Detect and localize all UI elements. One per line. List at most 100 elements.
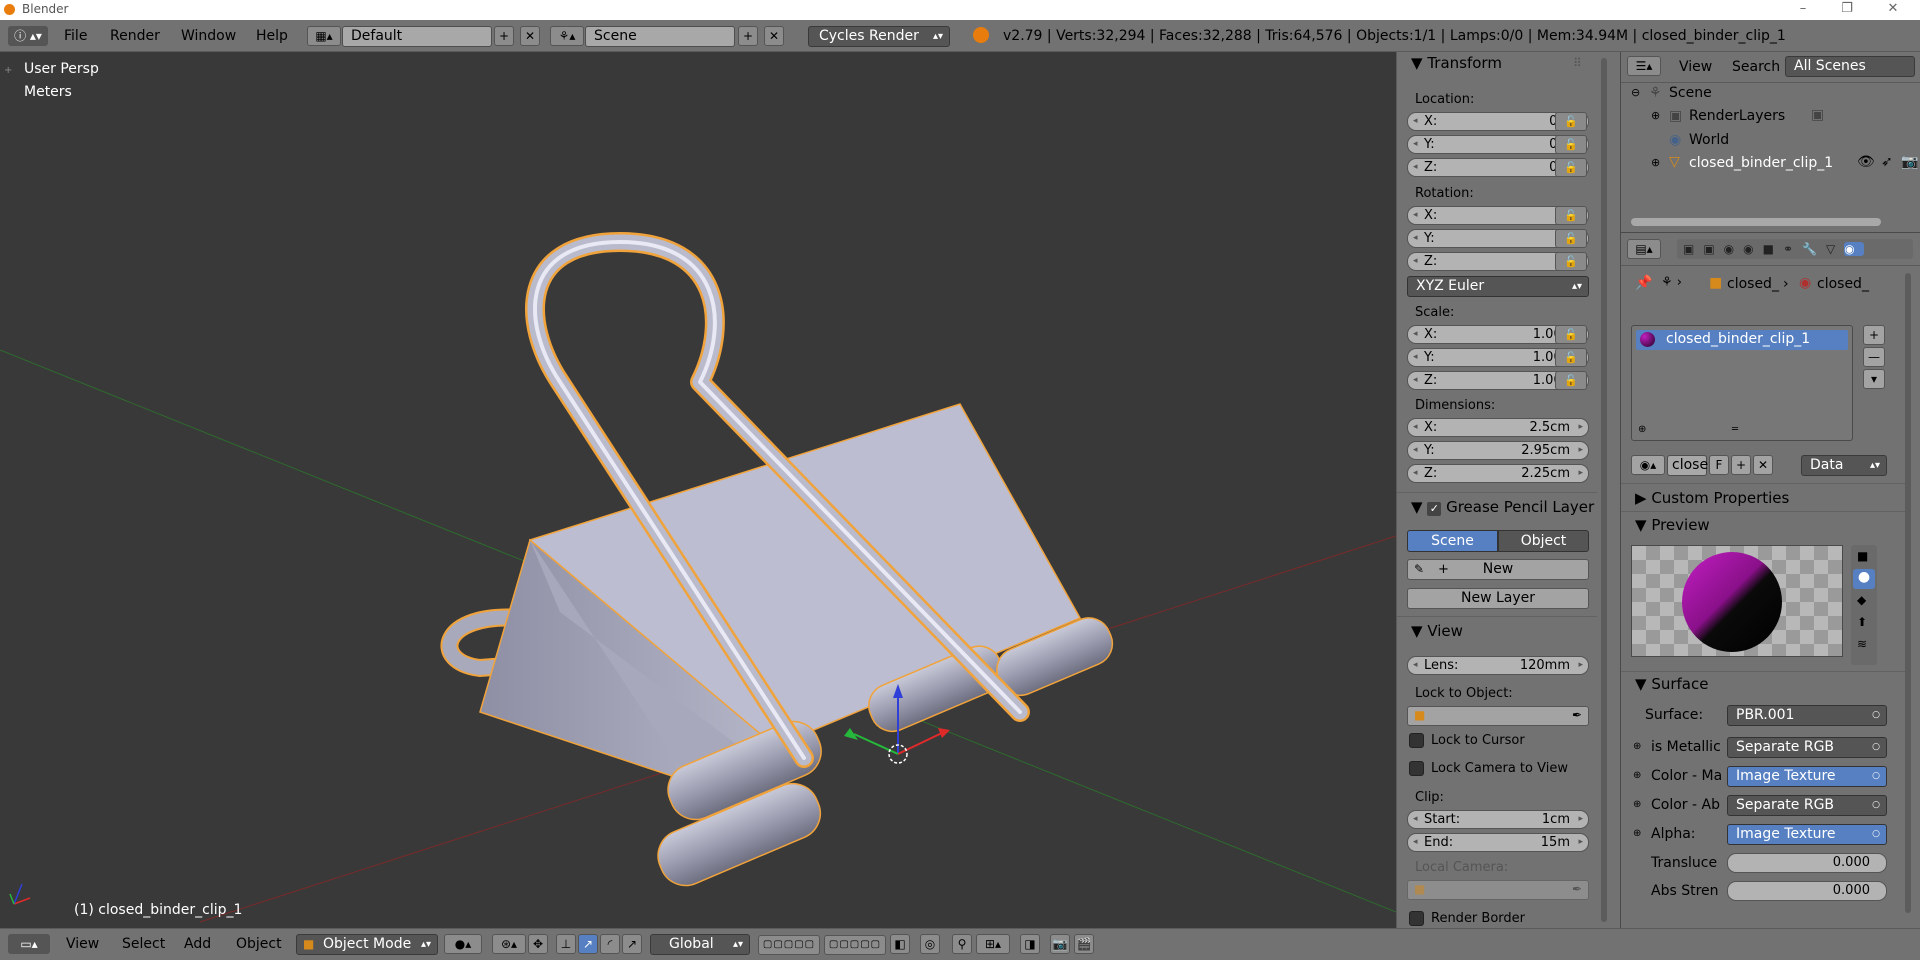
- minimize-button[interactable]: –: [1782, 0, 1824, 20]
- lock-icon[interactable]: 🔓: [1555, 158, 1587, 177]
- menu-object[interactable]: Object: [236, 936, 282, 952]
- combined-manipulator-icon[interactable]: ↗: [622, 934, 642, 954]
- outliner-filter-select[interactable]: All Scenes: [1785, 56, 1915, 77]
- manipulator-toggle-icon[interactable]: ✥: [528, 934, 548, 954]
- cube-preview-icon[interactable]: ◆: [1857, 593, 1866, 607]
- clip-start-field[interactable]: ◂ Start: 1cm ▸: [1407, 810, 1589, 829]
- material-link-select[interactable]: Data ▴▾: [1801, 455, 1887, 476]
- render-toggle-icon[interactable]: ▣: [1811, 107, 1824, 123]
- checkbox-checked-icon[interactable]: ✓: [1427, 502, 1442, 516]
- view-panel-header[interactable]: ▼ View: [1411, 622, 1463, 640]
- render-animation-icon[interactable]: 🎬: [1074, 934, 1094, 954]
- snap-element-icon[interactable]: ⊞▴: [976, 934, 1010, 954]
- 3d-viewport[interactable]: User Persp Meters + (1) closed_binder_cl…: [0, 52, 1396, 928]
- drag-handle-icon[interactable]: ⠿: [1573, 56, 1582, 70]
- translucence-slider[interactable]: 0.000: [1727, 853, 1887, 873]
- menu-file[interactable]: File: [64, 28, 87, 44]
- add-scene-icon[interactable]: +: [738, 26, 758, 46]
- snap-target-icon[interactable]: ◨: [1020, 934, 1040, 954]
- outliner-scene[interactable]: Scene: [1669, 85, 1712, 101]
- menu-render[interactable]: Render: [110, 28, 160, 44]
- menu-select[interactable]: Select: [122, 936, 165, 952]
- outliner-search-menu[interactable]: Search: [1732, 59, 1780, 75]
- monkey-preview-icon[interactable]: ⬆: [1857, 615, 1867, 629]
- dimension-z-field[interactable]: ◂ Z: 2.25cm ▸: [1407, 464, 1589, 483]
- dimension-y-field[interactable]: ◂ Y: 2.95cm ▸: [1407, 441, 1589, 460]
- scene-selector-icon[interactable]: ⚘▴: [550, 26, 584, 46]
- pin-icon[interactable]: 📌: [1635, 275, 1652, 291]
- render-border-checkbox[interactable]: [1409, 911, 1424, 926]
- browse-material-icon[interactable]: ◉▴: [1631, 455, 1665, 475]
- collapse-icon[interactable]: ⊖: [1631, 86, 1640, 99]
- rotation-mode-select[interactable]: XYZ Euler ▴▾: [1407, 276, 1589, 297]
- render-engine-select[interactable]: Cycles Render ▴▾: [808, 26, 950, 47]
- lock-icon[interactable]: 🔓: [1555, 229, 1587, 248]
- preview-type-buttons[interactable]: ■ ● ◆ ⬆ ≋: [1851, 545, 1877, 665]
- link-socket-icon[interactable]: ⊕: [1633, 799, 1641, 810]
- delete-layout-icon[interactable]: ✕: [520, 26, 540, 46]
- lens-field[interactable]: ◂ Lens: 120mm ▸: [1407, 656, 1589, 675]
- outliner-h-scrollbar[interactable]: [1631, 218, 1881, 226]
- npanel-scrollbar[interactable]: [1601, 58, 1607, 922]
- breadcrumb-object[interactable]: closed_: [1727, 276, 1779, 292]
- expand-icon[interactable]: ⊕: [1651, 156, 1660, 169]
- gp-new-button[interactable]: ✎ + New: [1407, 559, 1589, 580]
- material-name-field[interactable]: close: [1667, 455, 1708, 476]
- render-opengl-icon[interactable]: 📷: [1050, 934, 1070, 954]
- resize-handle-icon[interactable]: ═: [1732, 424, 1738, 435]
- surface-header[interactable]: ▼ Surface: [1635, 675, 1708, 693]
- snap-toggle-icon[interactable]: ⚲: [952, 934, 972, 954]
- pivot-point-icon[interactable]: ⊛▴: [492, 934, 526, 954]
- gp-object-tab[interactable]: Object: [1498, 530, 1589, 552]
- transform-panel-header[interactable]: ▼ Transform: [1411, 54, 1502, 72]
- lock-icon[interactable]: 🔓: [1555, 112, 1587, 131]
- add-slot-small-icon[interactable]: ⊕: [1638, 424, 1646, 435]
- layer-lock-icon[interactable]: ◧: [890, 934, 910, 954]
- properties-scrollbar[interactable]: [1905, 273, 1911, 913]
- outliner-view-menu[interactable]: View: [1679, 59, 1712, 75]
- close-window-button[interactable]: ✕: [1872, 0, 1914, 20]
- outliner-world[interactable]: World: [1689, 132, 1729, 148]
- input-node-select[interactable]: Image Texture ○: [1727, 824, 1887, 845]
- scene-name-field[interactable]: Scene: [585, 26, 735, 47]
- lock-camera-to-view-checkbox[interactable]: [1409, 761, 1424, 776]
- properties-editor-icon[interactable]: ▤▴: [1627, 239, 1661, 259]
- rotate-manipulator-icon[interactable]: ↗: [578, 934, 598, 954]
- scene-layers-grid-a[interactable]: ▢▢▢▢▢: [758, 935, 820, 955]
- lock-to-cursor-checkbox[interactable]: [1409, 733, 1424, 748]
- lock-icon[interactable]: 🔓: [1555, 252, 1587, 271]
- mode-select[interactable]: ■ Object Mode ▴▾: [296, 934, 438, 955]
- clip-end-field[interactable]: ◂ End: 15m ▸: [1407, 833, 1589, 852]
- material-slot-list[interactable]: closed_binder_clip_1 ⊕ ═: [1631, 325, 1853, 441]
- hair-preview-icon[interactable]: ≋: [1857, 637, 1867, 651]
- slot-specials-icon[interactable]: ▾: [1863, 369, 1885, 389]
- properties-context-tabs[interactable]: ▣▣◉◉■⚭🔧▽◉: [1677, 239, 1913, 259]
- lock-icon[interactable]: 🔓: [1555, 206, 1587, 225]
- lock-icon[interactable]: 🔓: [1555, 135, 1587, 154]
- material-slot-row[interactable]: closed_binder_clip_1: [1636, 330, 1848, 350]
- menu-view[interactable]: View: [66, 936, 99, 952]
- abs-strength-slider[interactable]: 0.000: [1727, 881, 1887, 901]
- screen-layout-field[interactable]: Default: [342, 26, 492, 47]
- render-camera-icon[interactable]: 📷: [1901, 154, 1918, 170]
- transform-orientation-select[interactable]: Global ▴▾: [650, 934, 750, 955]
- maximize-button[interactable]: ❐: [1826, 0, 1868, 20]
- preview-header[interactable]: ▼ Preview: [1635, 516, 1710, 534]
- breadcrumb-material[interactable]: closed_: [1817, 276, 1869, 292]
- fake-user-button[interactable]: F: [1709, 455, 1729, 475]
- unlink-material-icon[interactable]: ✕: [1753, 455, 1773, 475]
- input-node-select[interactable]: Separate RGB ○: [1727, 795, 1887, 816]
- link-socket-icon[interactable]: ⊕: [1633, 770, 1641, 781]
- surface-shader-select[interactable]: PBR.001 ○: [1727, 705, 1887, 726]
- screen-layout-icon[interactable]: ▦▴: [307, 26, 341, 46]
- eye-visibility-icon[interactable]: 👁: [1857, 154, 1875, 170]
- lock-icon[interactable]: 🔓: [1555, 348, 1587, 367]
- scene-layers-grid-b[interactable]: ▢▢▢▢▢: [824, 935, 886, 955]
- 3d-view-editor-icon[interactable]: ▭▴: [8, 934, 50, 954]
- remove-material-slot-icon[interactable]: —: [1863, 347, 1885, 367]
- expand-icon[interactable]: ⊕: [1651, 109, 1660, 122]
- plane-preview-icon[interactable]: ■: [1857, 549, 1868, 563]
- menu-help[interactable]: Help: [256, 28, 288, 44]
- menu-add[interactable]: Add: [184, 936, 211, 952]
- viewport-shading-icon[interactable]: ●▴: [444, 934, 482, 954]
